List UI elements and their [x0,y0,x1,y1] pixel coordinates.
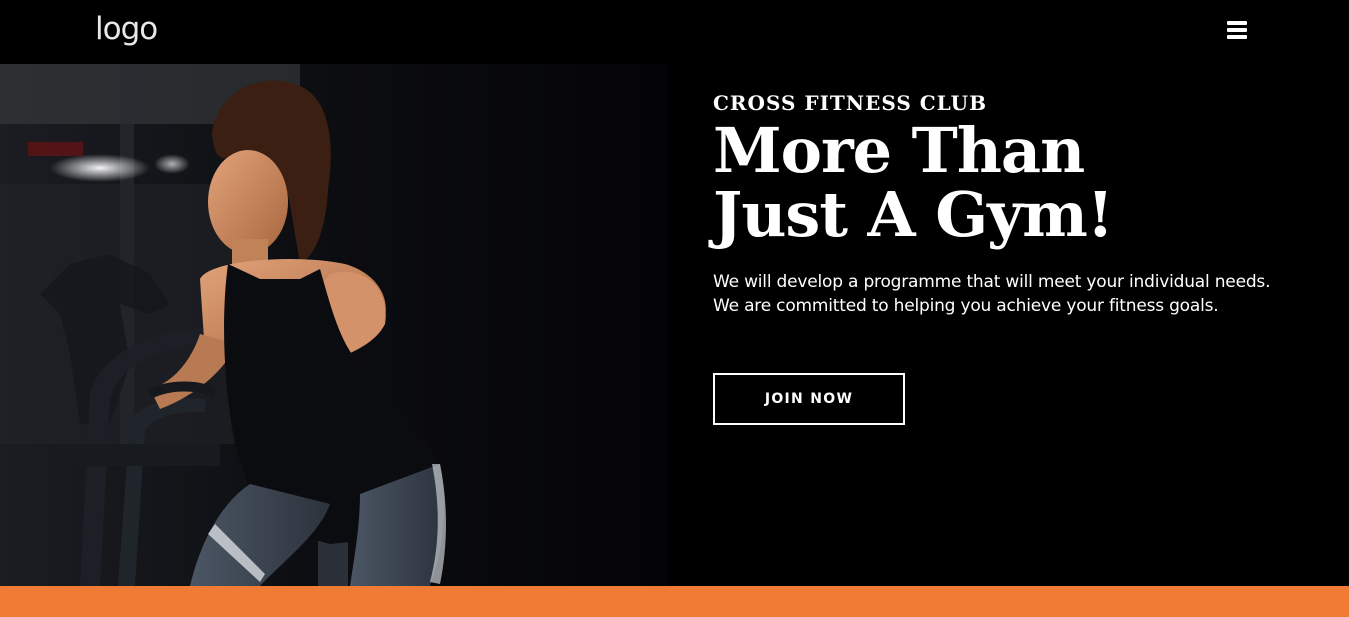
woman-on-exercise-bike-photo [0,64,668,586]
logo[interactable]: logo [95,11,158,47]
hamburger-menu-icon[interactable] [1224,17,1250,43]
menu-bar [1227,28,1247,32]
accent-bar [0,586,1349,617]
join-now-button[interactable]: JOIN NOW [713,373,905,425]
description-line: We will develop a programme that will me… [713,272,1271,292]
hero-headline: More Than Just A Gym! [713,114,1114,251]
hero-kicker: CROSS FITNESS CLUB [713,91,987,115]
hero-photo [0,64,668,586]
menu-bar [1227,35,1247,39]
headline-line: Just A Gym! [713,178,1114,251]
page: logo CROSS FITNESS CLUB More Than Just A… [0,0,1349,617]
site-header: logo [0,0,1349,64]
description-line: We are committed to helping you achieve … [713,296,1219,316]
headline-line: More Than [713,114,1085,187]
menu-bar [1227,21,1247,25]
hero-description: We will develop a programme that will me… [713,270,1270,318]
